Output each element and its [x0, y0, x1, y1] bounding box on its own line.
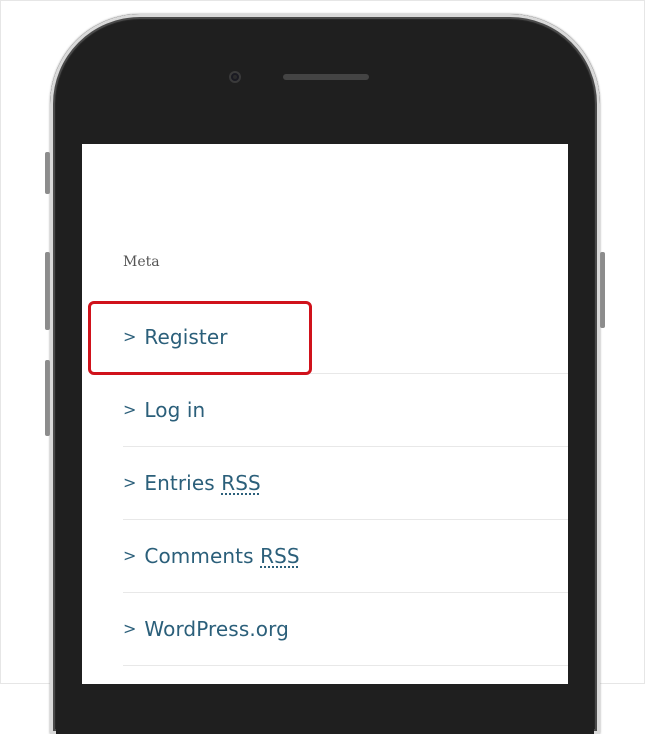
rss-abbr: RSS — [260, 544, 300, 568]
meta-link-login[interactable]: > Log in — [123, 374, 568, 447]
chevron-right-icon: > — [123, 473, 137, 492]
widget-title: Meta — [123, 254, 160, 270]
meta-link-entries-rss[interactable]: > Entries RSS — [123, 447, 568, 520]
meta-link-label[interactable]: Log in — [144, 398, 205, 422]
meta-link-register[interactable]: > Register — [123, 301, 568, 374]
chevron-right-icon: > — [123, 400, 137, 419]
meta-link-comments-rss[interactable]: > Comments RSS — [123, 520, 568, 593]
chevron-right-icon: > — [123, 546, 137, 565]
meta-link-label[interactable]: WordPress.org — [144, 617, 289, 641]
meta-link-label[interactable]: Register — [144, 325, 227, 349]
front-camera-icon — [229, 71, 241, 83]
meta-link-label[interactable]: Entries RSS — [144, 471, 260, 495]
earpiece-speaker-icon — [283, 74, 369, 80]
meta-links-list: > Register > Log in > Entries RSS > Comm… — [123, 301, 568, 666]
phone-screen: Meta > Register > Log in > Entries RSS >… — [82, 144, 568, 684]
meta-link-label[interactable]: Comments RSS — [144, 544, 299, 568]
power-button — [600, 252, 605, 328]
rss-abbr: RSS — [221, 471, 261, 495]
meta-link-wordpress-org[interactable]: > WordPress.org — [123, 593, 568, 666]
chevron-right-icon: > — [123, 327, 137, 346]
chevron-right-icon: > — [123, 619, 137, 638]
